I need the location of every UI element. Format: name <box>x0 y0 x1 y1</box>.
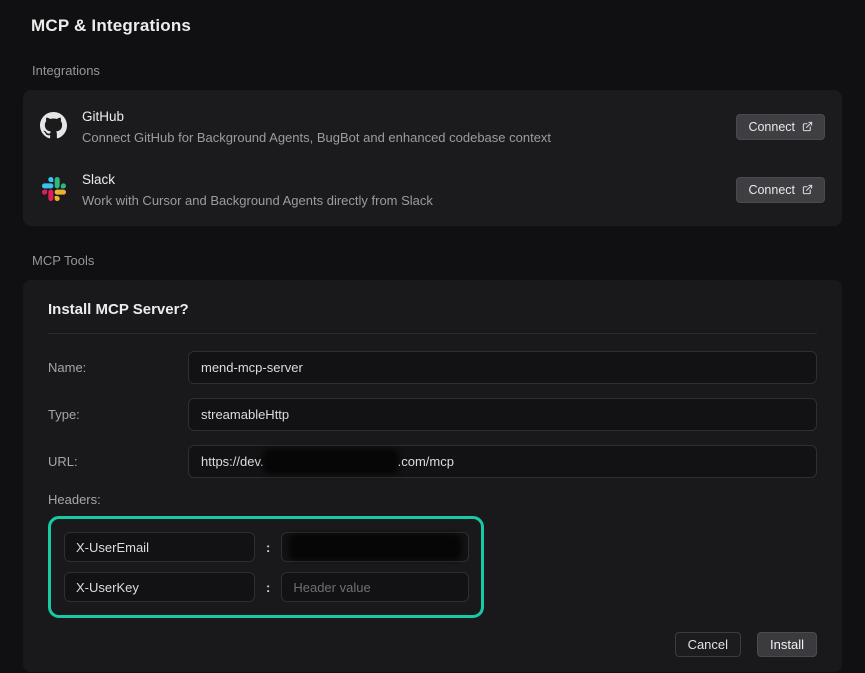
slack-connect-button[interactable]: Connect <box>736 177 825 203</box>
connect-button-label: Connect <box>748 183 795 197</box>
name-input[interactable] <box>188 351 817 384</box>
header-row: : <box>64 532 468 562</box>
header-row: : <box>64 572 468 602</box>
url-suffix: .com/mcp <box>398 454 454 469</box>
integrations-card: GitHub Connect GitHub for Background Age… <box>23 90 842 226</box>
cancel-button[interactable]: Cancel <box>675 632 741 657</box>
header-separator: : <box>266 540 270 555</box>
dialog-actions: Cancel Install <box>48 632 817 657</box>
type-field-label: Type: <box>48 407 188 422</box>
integrations-section-label: Integrations <box>23 63 842 78</box>
settings-page: MCP & Integrations Integrations GitHub C… <box>0 0 865 672</box>
dialog-title: Install MCP Server? <box>48 301 817 318</box>
redacted-header-value <box>293 538 457 556</box>
slack-icon <box>40 175 67 202</box>
headers-label: Headers: <box>48 492 817 507</box>
connect-button-label: Connect <box>748 120 795 134</box>
header-value-input[interactable] <box>281 572 469 602</box>
mcp-tools-section-label: MCP Tools <box>23 253 842 268</box>
github-connect-button[interactable]: Connect <box>736 114 825 140</box>
install-button[interactable]: Install <box>757 632 817 657</box>
header-separator: : <box>266 580 270 595</box>
type-input[interactable] <box>188 398 817 431</box>
name-field-label: Name: <box>48 360 188 375</box>
url-prefix: https://dev. <box>201 454 264 469</box>
headers-highlight-annotation: : : <box>48 516 484 618</box>
integration-row-github: GitHub Connect GitHub for Background Age… <box>23 95 842 158</box>
url-input[interactable]: https://dev. .com/mcp <box>188 445 817 478</box>
install-mcp-server-dialog: Install MCP Server? Name: Type: URL: htt… <box>23 280 842 672</box>
github-icon <box>40 112 67 139</box>
integration-name: Slack <box>82 172 736 187</box>
redacted-url-segment <box>267 453 395 470</box>
name-field-row: Name: <box>48 351 817 384</box>
url-field-label: URL: <box>48 454 188 469</box>
header-key-input[interactable] <box>64 532 255 562</box>
external-link-icon <box>802 184 813 195</box>
url-field-row: URL: https://dev. .com/mcp <box>48 445 817 478</box>
type-field-row: Type: <box>48 398 817 431</box>
dialog-divider <box>48 333 817 334</box>
header-value-input[interactable] <box>281 532 469 562</box>
page-title: MCP & Integrations <box>23 16 842 36</box>
header-key-input[interactable] <box>64 572 255 602</box>
integration-description: Work with Cursor and Background Agents d… <box>82 193 736 208</box>
integration-name: GitHub <box>82 109 736 124</box>
external-link-icon <box>802 121 813 132</box>
integration-row-slack: Slack Work with Cursor and Background Ag… <box>23 158 842 221</box>
integration-description: Connect GitHub for Background Agents, Bu… <box>82 130 736 145</box>
